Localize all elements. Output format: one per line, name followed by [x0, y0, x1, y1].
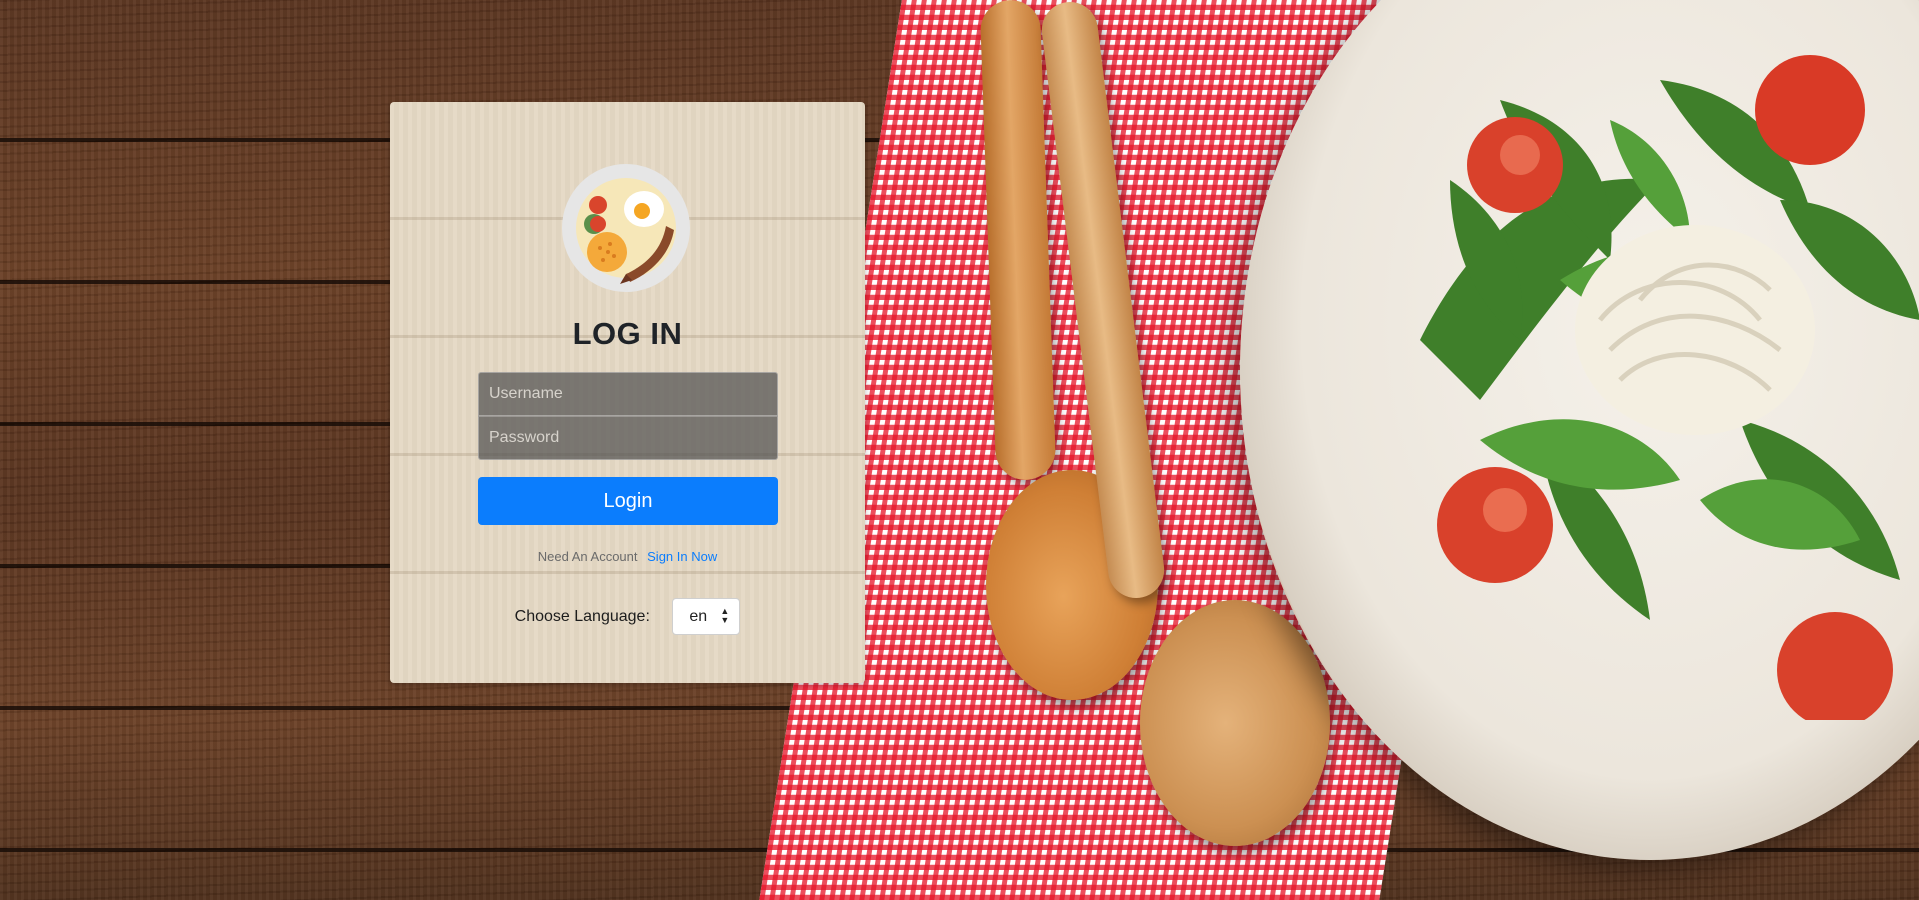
background-scene: LOG IN Login Need An Account Sign In Now… — [0, 0, 1919, 900]
language-selector: Choose Language: en ▲ ▼ — [390, 598, 865, 635]
signup-prompt-text: Need An Account — [537, 549, 638, 564]
signup-link[interactable]: Sign In Now — [647, 549, 717, 564]
language-value: en — [689, 608, 708, 625]
credentials-group — [478, 372, 778, 460]
language-select[interactable]: en ▲ ▼ — [672, 598, 741, 635]
language-label: Choose Language: — [514, 607, 650, 625]
password-input[interactable] — [478, 416, 778, 460]
salad-image — [1420, 55, 1919, 720]
username-input[interactable] — [478, 372, 778, 416]
login-card: LOG IN Login Need An Account Sign In Now… — [390, 102, 865, 683]
page-title: LOG IN — [572, 316, 683, 351]
signup-prompt: Need An Account Sign In Now — [390, 549, 865, 564]
login-button[interactable]: Login — [478, 477, 778, 525]
select-arrows-icon: ▲ ▼ — [720, 606, 730, 625]
wooden-spoon-bowl — [1140, 600, 1330, 846]
breakfast-plate-icon — [562, 164, 690, 292]
